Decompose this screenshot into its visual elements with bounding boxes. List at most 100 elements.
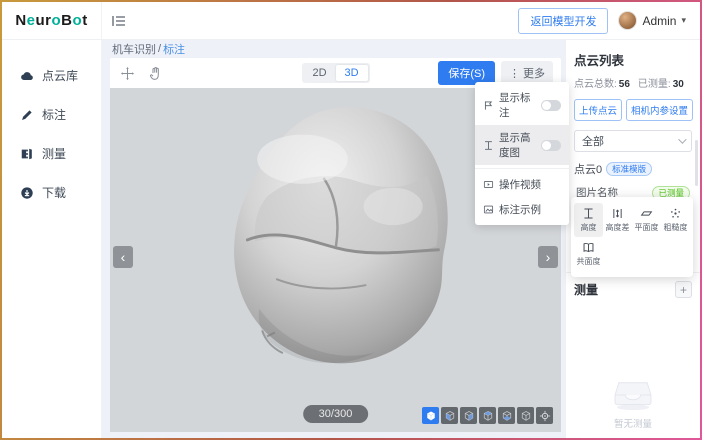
palette-grid: 高度 高度差 平面度 粗糙度 [574, 203, 690, 271]
logo-letter: t [82, 12, 88, 29]
sidebar-item-label: 标注 [42, 106, 66, 123]
avatar [618, 11, 637, 30]
chevron-down-icon [678, 135, 686, 143]
more-dots-icon: ⋮ [509, 67, 520, 80]
sidebar-item-pointcloud-library[interactable]: 点云库 [2, 56, 101, 95]
view-cube-right-button[interactable] [498, 407, 515, 424]
sidebar-collapse-icon[interactable] [112, 15, 126, 27]
height-icon [582, 207, 595, 220]
show-heightmap-toggle[interactable] [541, 140, 561, 151]
view-2d-tab[interactable]: 2D [304, 65, 336, 81]
menu-divider [475, 168, 569, 169]
view-cube-back-button[interactable] [460, 407, 477, 424]
measure-icon [20, 147, 34, 161]
main-area: 机车识别/标注 2D 3D 保存(S) [102, 40, 565, 438]
body: 点云库 标注 测量 下载 机车识别/标注 [2, 40, 700, 438]
reset-view-button[interactable] [536, 407, 553, 424]
view-cube-top-button[interactable] [517, 407, 534, 424]
view-cube-iso-button[interactable] [422, 407, 439, 424]
prev-image-button[interactable]: ‹ [113, 246, 133, 268]
view-preset-buttons [422, 407, 553, 424]
flatness-icon [640, 207, 653, 220]
upload-pointcloud-button[interactable]: 上传点云 [574, 99, 622, 121]
next-image-button[interactable]: › [538, 246, 558, 268]
point-cloud-library-icon [20, 69, 34, 83]
logo-letter-accent: e [27, 12, 36, 29]
show-annotation-toggle[interactable] [541, 100, 561, 111]
tool-height-difference[interactable]: 高度差 [603, 203, 632, 237]
app-window: NeuroBot 返回模型开发 Admin ▾ 点云库 标注 [2, 2, 700, 438]
tool-label: 平面度 [635, 222, 659, 233]
view-cube-left-button[interactable] [479, 407, 496, 424]
annotate-pen-icon [20, 108, 34, 122]
video-icon [483, 179, 494, 190]
height-difference-icon [611, 207, 624, 220]
tooth-model [208, 102, 464, 368]
user-menu[interactable]: Admin ▾ [618, 11, 686, 30]
height-map-icon [483, 140, 494, 151]
tool-roughness[interactable]: 粗糙度 [661, 203, 690, 237]
sidebar-item-download[interactable]: 下载 [2, 173, 101, 212]
tool-label: 共面度 [577, 256, 601, 267]
sidebar-item-label: 点云库 [42, 67, 78, 84]
menu-item-tutorial-video[interactable]: 操作视频 [475, 172, 569, 197]
sidebar-item-annotate[interactable]: 标注 [2, 95, 101, 134]
point-cloud-panel: 点云列表 点云总数:56 已测量:30 上传点云 相机内参设置 全部 点云0 标… [565, 40, 700, 438]
image-example-icon [483, 204, 494, 215]
view-mode-toggle: 2D 3D [302, 63, 370, 83]
measure-title: 测量 [574, 281, 598, 298]
template-badge: 标准模版 [606, 162, 652, 176]
user-name: Admin [642, 14, 676, 28]
menu-item-annotation-example[interactable]: 标注示例 [475, 197, 569, 222]
measure-tool-palette: 高度 高度差 平面度 粗糙度 [571, 197, 693, 277]
filter-select[interactable]: 全部 [574, 130, 692, 152]
view-cube-front-button[interactable] [441, 407, 458, 424]
hand-tool-icon[interactable] [146, 64, 164, 82]
sidebar-item-label: 测量 [42, 145, 66, 162]
breadcrumb-parent[interactable]: 机车识别 [112, 41, 156, 57]
tool-coplanarity[interactable]: 共面度 [574, 237, 603, 271]
view-3d-tab[interactable]: 3D [336, 65, 368, 81]
window-frame: NeuroBot 返回模型开发 Admin ▾ 点云库 标注 [0, 0, 702, 440]
tool-label: 高度 [581, 222, 597, 233]
logo-box: NeuroBot [2, 2, 102, 39]
tool-label: 粗糙度 [664, 222, 688, 233]
measure-empty-state: 暂无测量 [566, 378, 700, 430]
cloud-item[interactable]: 点云0 标准模版 [574, 161, 692, 177]
sidebar-item-measure[interactable]: 测量 [2, 134, 101, 173]
add-measure-button[interactable]: + [675, 281, 692, 298]
menu-item-label: 操作视频 [499, 177, 561, 192]
breadcrumb-current: 标注 [163, 41, 185, 57]
menu-item-label: 显示高度图 [499, 130, 536, 160]
stat-total: 点云总数:56 [574, 75, 630, 90]
tool-flatness[interactable]: 平面度 [632, 203, 661, 237]
download-icon [20, 186, 34, 200]
camera-params-button[interactable]: 相机内参设置 [626, 99, 693, 121]
menu-item-label: 标注示例 [499, 202, 561, 217]
move-tool-icon[interactable] [118, 64, 136, 82]
list-scrollbar[interactable] [695, 140, 698, 186]
flag-icon [483, 100, 494, 111]
tool-height[interactable]: 高度 [574, 203, 603, 237]
roughness-icon [669, 207, 682, 220]
menu-item-show-heightmap[interactable]: 显示高度图 [475, 125, 569, 165]
menu-item-label: 显示标注 [499, 90, 536, 120]
more-label: 更多 [523, 65, 545, 81]
header: NeuroBot 返回模型开发 Admin ▾ [2, 2, 700, 40]
breadcrumb: 机车识别/标注 [102, 40, 565, 58]
tool-label: 高度差 [606, 222, 630, 233]
breadcrumb-separator: / [158, 43, 161, 55]
logo-letter-accent: o [73, 12, 83, 29]
back-to-model-dev-button[interactable]: 返回模型开发 [518, 8, 608, 34]
canvas-card: 2D 3D 保存(S) ⋮更多 显示标注 [110, 58, 561, 432]
stat-measured: 已测量:30 [638, 75, 684, 90]
sidebar: 点云库 标注 测量 下载 [2, 40, 102, 438]
logo-letter: ur [36, 12, 52, 29]
canvas-toolbar: 2D 3D 保存(S) ⋮更多 显示标注 [110, 58, 561, 88]
menu-item-show-annotation[interactable]: 显示标注 [475, 85, 569, 125]
panel-title: 点云列表 [574, 50, 692, 69]
panel-buttons: 上传点云 相机内参设置 [574, 99, 692, 121]
logo-letter-accent: o [52, 12, 62, 29]
cloud-item-name: 点云0 [574, 161, 602, 177]
stat-label: 点云总数: [574, 79, 617, 90]
